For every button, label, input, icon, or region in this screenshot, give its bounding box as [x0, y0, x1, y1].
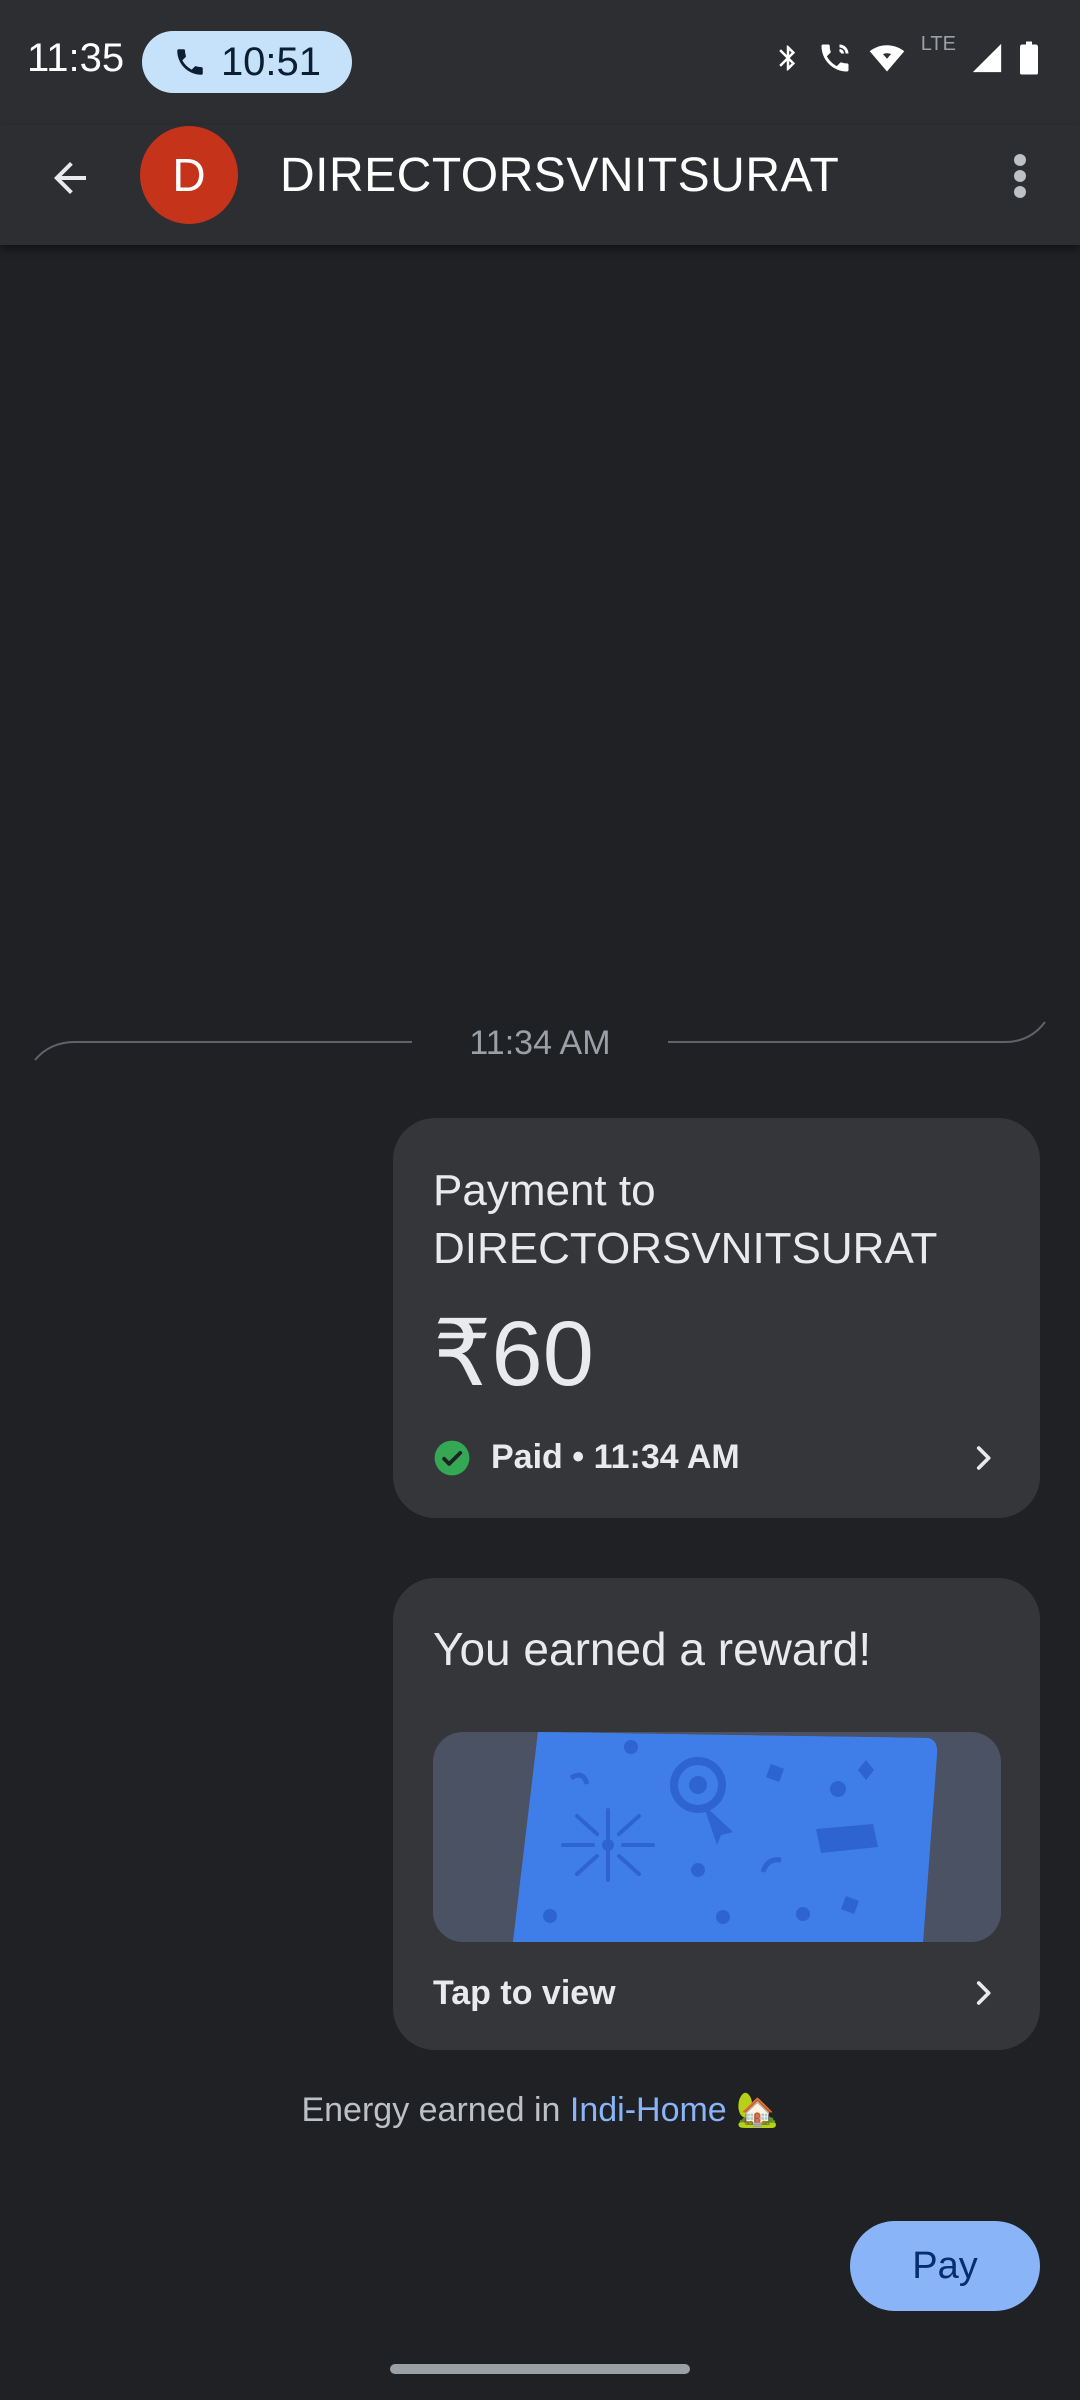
signal-icon [972, 43, 1002, 73]
contact-name[interactable]: DIRECTORSVNITSURAT [280, 148, 839, 203]
wifi-icon [869, 45, 905, 72]
wifi-call-icon [821, 44, 849, 72]
network-type: LTE [920, 32, 956, 55]
timestamp-separator: 11:34 AM [469, 1024, 611, 1062]
house-emoji-icon: 🏡 [736, 2091, 779, 2129]
call-timer: 10:51 [220, 39, 322, 84]
back-button[interactable] [42, 150, 98, 206]
energy-note: Energy earned in Indi-Home 🏡 [0, 2090, 1080, 2130]
indi-home-link[interactable]: Indi-Home [570, 2091, 727, 2129]
status-icons: LTE [773, 33, 1040, 76]
reward-card[interactable]: You earned a reward! Tap to view [393, 1578, 1040, 2050]
reward-card-illustration [513, 1732, 938, 1942]
scratch-card-image[interactable] [433, 1732, 1001, 1942]
pay-button[interactable]: Pay [850, 2221, 1040, 2311]
payment-status-text: Paid • 11:34 AM [491, 1438, 740, 1476]
gesture-home-bar[interactable] [390, 2364, 690, 2374]
energy-note-text: Energy earned in [301, 2091, 570, 2129]
status-time: 11:35 [27, 36, 125, 80]
more-vert-icon [1014, 154, 1026, 198]
bluetooth-icon [779, 45, 795, 71]
pay-button-label: Pay [912, 2244, 978, 2287]
call-icon [177, 49, 203, 75]
ongoing-call-chip[interactable]: 10:51 [142, 31, 352, 93]
battery-icon [1020, 41, 1038, 75]
tap-to-view-label: Tap to view [433, 1974, 616, 2012]
back-arrow-icon [54, 162, 86, 194]
check-circle-icon [434, 1440, 470, 1475]
payment-card[interactable]: Payment to DIRECTORSVNITSURAT ₹60 Paid •… [393, 1118, 1040, 1518]
payment-status: Paid • 11:34 AM [433, 1438, 740, 1477]
chevron-right-icon [976, 1981, 991, 2005]
more-options-button[interactable] [1000, 146, 1040, 206]
reward-title: You earned a reward! [433, 1623, 872, 1675]
contact-avatar[interactable]: D [140, 126, 238, 224]
payment-title: Payment to DIRECTORSVNITSURAT [433, 1166, 938, 1273]
status-bar: 11:35 10:51 LTE [0, 0, 1080, 125]
avatar-letter: D [172, 149, 206, 201]
payment-amount: ₹60 [433, 1303, 594, 1405]
chevron-right-icon [976, 1446, 991, 1470]
